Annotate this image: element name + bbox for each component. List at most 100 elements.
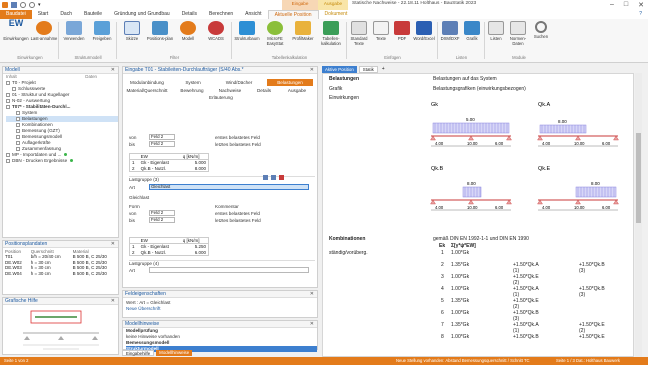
- table-cell[interactable]: Qk.B - Nutzl.: [139, 166, 181, 172]
- skizze-button[interactable]: Skizze: [118, 21, 146, 42]
- microfe-button[interactable]: MicroFE EasyStat: [261, 21, 289, 46]
- save-icon[interactable]: [11, 2, 17, 8]
- ew-button[interactable]: EW Einwirkungen: [2, 19, 30, 42]
- undo-icon[interactable]: [20, 2, 26, 8]
- maximize-button[interactable]: □: [624, 1, 628, 9]
- grafik-button[interactable]: Grafik: [462, 21, 482, 42]
- table-cell[interactable]: 2: [130, 166, 139, 172]
- modell-button[interactable]: Modell: [174, 21, 202, 42]
- tab-wind-daecher[interactable]: Wind/Dächer: [215, 79, 263, 86]
- positions-panel-header: Positionsplandaten ✕: [3, 241, 118, 248]
- tab-belastungen[interactable]: Belastungen: [267, 79, 313, 86]
- paste-icon[interactable]: [271, 175, 276, 180]
- positionsplan-button[interactable]: Positions-plan: [146, 21, 174, 42]
- group-module: Module: [512, 55, 526, 60]
- lastgruppe-3-label: Lastgruppe (3): [129, 176, 315, 183]
- table-cell[interactable]: Qk.B - Nutzl.: [139, 250, 181, 256]
- von-field[interactable]: Feld 2: [149, 134, 175, 140]
- close-icon[interactable]: ✕: [310, 321, 314, 328]
- table-cell[interactable]: 8.000: [181, 166, 209, 172]
- close-icon[interactable]: ✕: [310, 67, 314, 74]
- scrollbar-thumb[interactable]: [636, 133, 641, 223]
- help-icon[interactable]: ?: [633, 10, 648, 19]
- verwenden-button[interactable]: Verwenden: [60, 21, 88, 42]
- combo-ref-c: (3): [579, 292, 586, 298]
- minimize-button[interactable]: –: [610, 1, 614, 9]
- close-icon[interactable]: ✕: [111, 241, 115, 248]
- tab-nachweise[interactable]: Nachweise: [213, 87, 247, 94]
- table-cell[interactable]: 2: [130, 250, 139, 256]
- tab-aktuelle-position[interactable]: Aktuelle Position: [267, 10, 319, 19]
- tab-aktive-position[interactable]: Aktive Position: [322, 66, 357, 73]
- copy-icon[interactable]: [263, 175, 268, 180]
- table-cell[interactable]: 6.000: [181, 250, 209, 256]
- field-properties-line2[interactable]: Neue Überschrift: [126, 306, 160, 311]
- tab-modulanbindung[interactable]: Modulanbindung: [125, 79, 169, 86]
- combo-term-a: 1.00*Gk: [451, 310, 470, 316]
- pdf-button[interactable]: PDF: [392, 21, 412, 42]
- tab-ausgabe[interactable]: Ausgabe: [281, 87, 313, 94]
- freigeben-button[interactable]: Freigeben: [88, 21, 116, 42]
- art-select[interactable]: Gleichlast: [149, 184, 309, 190]
- tab-ansicht[interactable]: Ansicht: [239, 10, 267, 19]
- tab-dokument[interactable]: Dokument: [319, 10, 354, 19]
- standardtexte-button[interactable]: Standard Texte: [348, 21, 370, 46]
- status-center: Neue Stellung vorhanden: Abstand Bemessu…: [396, 358, 530, 363]
- tree-item-label: Belastungen: [22, 116, 48, 121]
- close-icon[interactable]: ✕: [111, 298, 115, 305]
- lastannahme-button[interactable]: Last-annahme: [30, 21, 58, 42]
- tab-berechnen[interactable]: Berechnen: [203, 10, 239, 19]
- tree-item-label: DBN - Drucken Ergebnisse: [12, 158, 68, 163]
- suchen-button[interactable]: Suchen: [530, 21, 552, 40]
- listen-button[interactable]: Listen: [486, 21, 506, 42]
- table-row[interactable]: 2 Qk.B - Nutzl. 6.000: [130, 250, 209, 256]
- delete-icon[interactable]: [279, 175, 284, 180]
- close-icon[interactable]: ✕: [310, 291, 314, 298]
- tab-details[interactable]: Details: [249, 87, 279, 94]
- tab-details[interactable]: Details: [176, 10, 203, 19]
- tab-bewehrung[interactable]: Bewehrung: [173, 87, 211, 94]
- tab-gruendung[interactable]: Gründung und Grundbau: [108, 10, 176, 19]
- tree-node-icon: [16, 128, 20, 133]
- combo-index: 5: [441, 298, 444, 304]
- table-row[interactable]: 2 Qk.B - Nutzl. 8.000: [130, 166, 209, 172]
- normendaten-button[interactable]: Normen-Daten: [507, 21, 529, 46]
- bis2-field[interactable]: Feld 2: [149, 217, 175, 223]
- chevron-down-icon[interactable]: ▾: [38, 2, 44, 8]
- pdf-label: PDF: [397, 36, 407, 41]
- group-einwirkungen: Einwirkungen: [17, 55, 43, 60]
- document-scrollbar[interactable]: [635, 73, 642, 357]
- kombinationen-heading: Kombinationen: [329, 236, 366, 242]
- model-tree: T0 - Projekt Schlusswerte 01 - Struktur un…: [3, 80, 118, 164]
- strukturbaum-button[interactable]: Strukturbaum: [233, 21, 261, 42]
- lastgruppe-4-label: Lastgruppe (4): [129, 260, 315, 267]
- wordexcel-button[interactable]: Word/Excel: [413, 21, 435, 42]
- modell-label: Modell: [181, 36, 195, 41]
- redo-icon[interactable]: [29, 2, 35, 8]
- title-bar: ▾ Eingabe Ausgabe Statische Nachweise - …: [0, 0, 648, 18]
- bis-field[interactable]: Feld 2: [149, 141, 175, 147]
- tab-bauteile[interactable]: Bauteile: [78, 10, 108, 19]
- tree-item[interactable]: DBN - Drucken Ergebnisse: [6, 158, 118, 164]
- tab-dach[interactable]: Dach: [54, 10, 78, 19]
- grafik-label: Grafik: [466, 36, 478, 41]
- von2-field[interactable]: Feld 2: [149, 210, 175, 216]
- tab-start[interactable]: Start: [32, 10, 55, 19]
- table-row[interactable]: DE.W04 h = 30 cm B 500 B, C 25/30: [3, 271, 118, 276]
- tab-modellhinweise[interactable]: Modellhinweise: [156, 350, 193, 356]
- dimension-label: 6.00: [495, 141, 504, 146]
- close-icon[interactable]: ✕: [111, 67, 115, 74]
- dxmdxf-button[interactable]: DXM/DXF: [439, 21, 461, 42]
- profilmaker-button[interactable]: ProfilMaker: [289, 21, 317, 42]
- tab-eingabehilfe[interactable]: Eingabehilfe: [122, 350, 155, 356]
- add-tab-button[interactable]: +: [380, 66, 387, 73]
- tab-material[interactable]: Material/Querschnitt: [125, 87, 169, 94]
- positions-table: Position Querschnitt Material T01 b/h = 20/4…: [3, 249, 118, 276]
- tab-statik[interactable]: Statik: [358, 66, 378, 73]
- texte-button[interactable]: Texte: [371, 21, 391, 42]
- tabellenkalkulation-button[interactable]: Tabellen-kalkulation: [317, 21, 345, 46]
- tab-system[interactable]: System: [173, 79, 213, 86]
- wcads-button[interactable]: WCADS: [202, 21, 230, 42]
- close-button[interactable]: ✕: [638, 1, 644, 9]
- art2-select[interactable]: [149, 267, 309, 273]
